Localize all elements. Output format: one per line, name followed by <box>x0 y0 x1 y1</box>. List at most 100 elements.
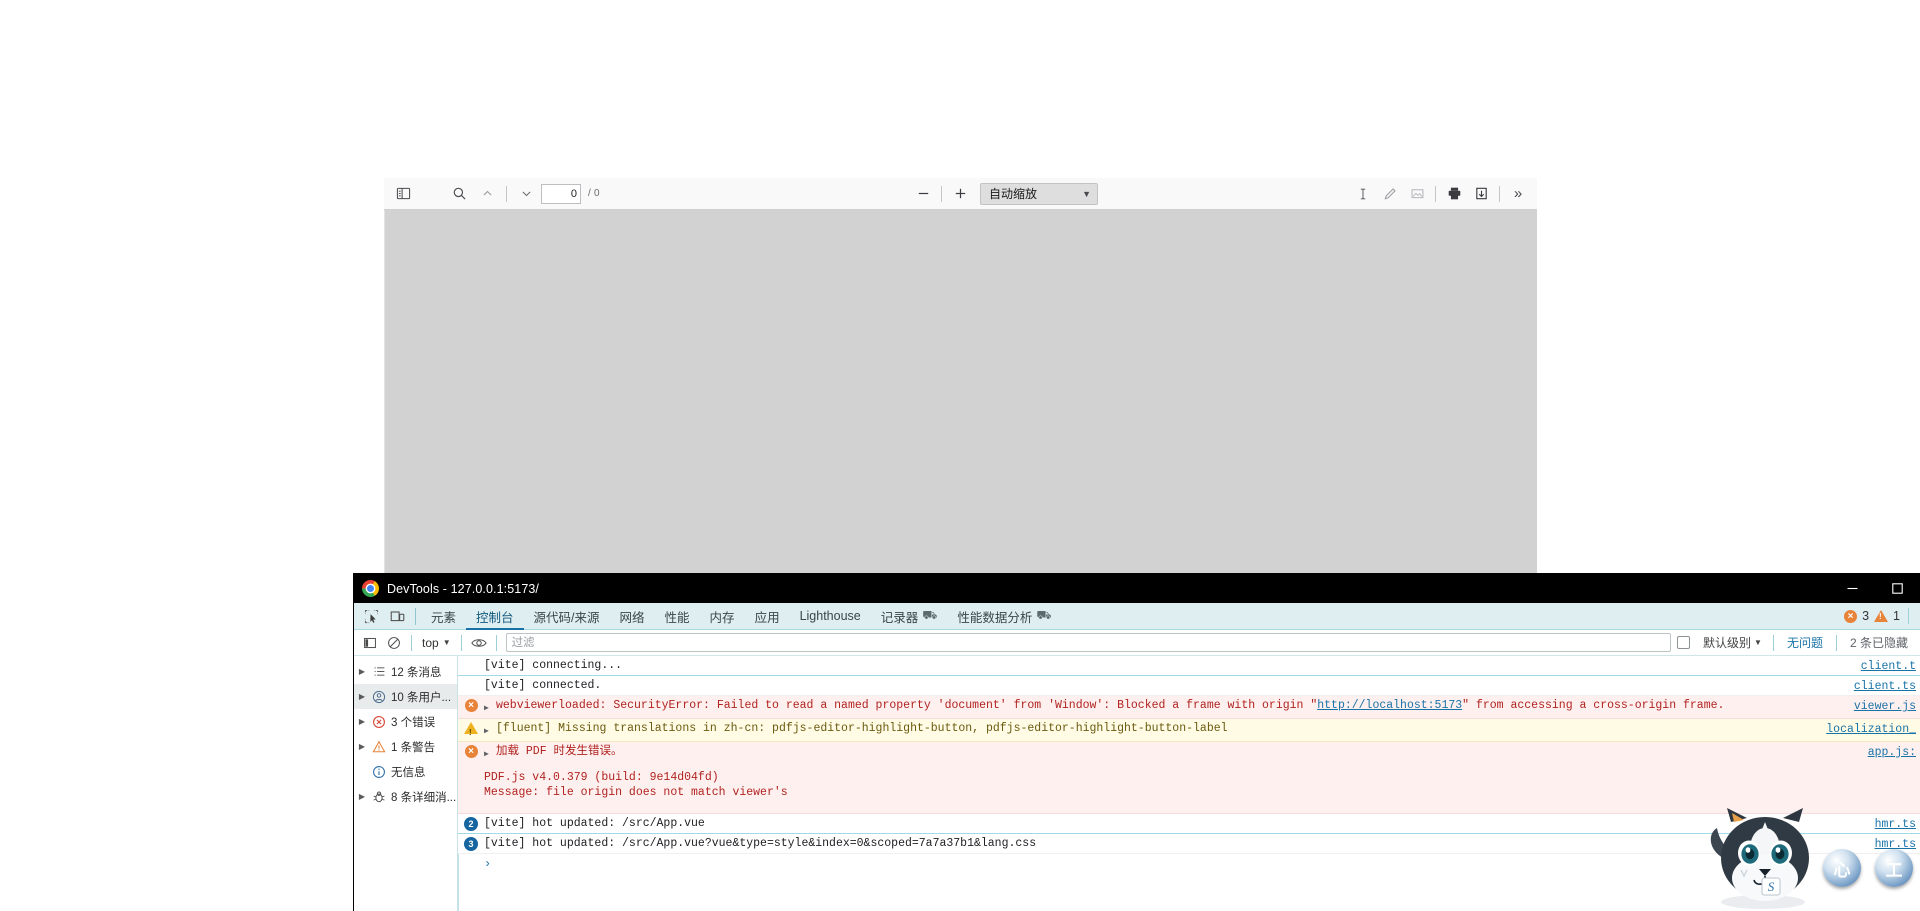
error-count-icon[interactable]: × <box>1844 609 1858 623</box>
inspect-element-icon[interactable] <box>358 604 384 628</box>
minimize-button[interactable] <box>1830 574 1875 603</box>
chevron-right-icon[interactable]: ▶ <box>357 742 367 751</box>
log-message: [vite] connecting... <box>484 659 623 672</box>
filter-checkbox[interactable] <box>1677 636 1691 649</box>
expand-arrow-icon[interactable]: ▶ <box>484 721 496 739</box>
expand-arrow-icon[interactable]: ▶ <box>484 744 496 762</box>
sidebar-item-info[interactable]: 无信息 <box>354 759 457 784</box>
page-total-label: / 0 <box>588 188 600 199</box>
chevron-right-icon[interactable]: ▶ <box>357 717 367 726</box>
origin-link[interactable]: http://localhost:5173 <box>1317 699 1462 712</box>
tab-application[interactable]: 应用 <box>745 603 790 630</box>
sidebar-item-user-messages[interactable]: ▶ 10 条用户... <box>354 684 457 709</box>
log-row[interactable]: × ▶ webviewerloaded: SecurityError: Fail… <box>458 696 1920 719</box>
log-row[interactable]: ▶ [fluent] Missing translations in zh-cn… <box>458 719 1920 742</box>
clear-console-icon[interactable] <box>382 632 406 654</box>
more-divider <box>1499 185 1500 202</box>
hidden-messages-label[interactable]: 2 条已隐藏 <box>1842 634 1916 651</box>
tab-sources[interactable]: 源代码/来源 <box>524 603 610 630</box>
tab-memory[interactable]: 内存 <box>700 603 745 630</box>
pdf-document-area[interactable] <box>384 210 1537 574</box>
toolbar-divider <box>506 185 507 202</box>
log-source-link[interactable]: hmr.ts <box>1875 837 1916 852</box>
chevron-right-icon[interactable]: ▶ <box>357 792 367 801</box>
maximize-button[interactable] <box>1875 574 1920 603</box>
log-source-link[interactable]: localization_ <box>1826 722 1916 737</box>
sidebar-toggle-icon[interactable] <box>390 182 416 206</box>
live-expression-eye-icon[interactable] <box>467 632 491 654</box>
execution-context-select[interactable]: top ▼ <box>417 633 456 653</box>
log-source-link[interactable]: client.ts <box>1854 679 1916 694</box>
next-page-icon[interactable] <box>513 182 539 206</box>
chevron-right-icon[interactable]: ▶ <box>357 692 367 701</box>
sidebar-item-label: 12 条消息 <box>391 666 442 679</box>
log-source-link[interactable]: app.js: <box>1868 745 1916 760</box>
chevron-right-icon[interactable]: ▶ <box>357 667 367 676</box>
log-source-link[interactable]: hmr.ts <box>1875 817 1916 832</box>
print-tool-icon[interactable] <box>1441 182 1467 206</box>
log-message: PDF.js v4.0.379 (build: 9e14d04fd) Messa… <box>484 771 788 799</box>
flask-icon: ⛟ <box>1036 608 1052 622</box>
sidebar-item-warnings[interactable]: ▶ 1 条警告 <box>354 734 457 759</box>
filterbar-divider-3 <box>495 634 497 651</box>
log-row[interactable]: PDF.js v4.0.379 (build: 9e14d04fd) Messa… <box>458 764 1920 814</box>
tab-elements[interactable]: 元素 <box>421 603 466 630</box>
tab-lighthouse[interactable]: Lighthouse <box>790 603 871 630</box>
zoom-level-select[interactable]: 自动缩放 ▼ <box>980 182 1098 205</box>
tab-performance[interactable]: 性能 <box>655 603 700 630</box>
zoom-level-label: 自动缩放 <box>989 187 1038 201</box>
filterbar-divider-4 <box>1772 634 1774 651</box>
log-icon-slot <box>458 678 484 679</box>
log-source-link[interactable]: client.t <box>1861 659 1916 674</box>
image-tool-icon[interactable] <box>1404 182 1430 206</box>
sidebar-item-messages[interactable]: ▶ 12 条消息 <box>354 659 457 684</box>
user-icon <box>371 690 387 704</box>
console-filter-input[interactable] <box>505 633 1672 652</box>
tab-console[interactable]: 控制台 <box>466 603 524 630</box>
sidebar-item-verbose[interactable]: ▶ 8 条详细消... <box>354 784 457 809</box>
log-icon-slot: × <box>458 698 484 712</box>
search-icon[interactable] <box>446 182 472 206</box>
log-row[interactable]: 3 [vite] hot updated: /src/App.vue?vue&t… <box>458 834 1920 854</box>
console-sidebar-toggle-icon[interactable] <box>358 632 382 654</box>
log-level-label: 默认级别 <box>1703 636 1752 650</box>
device-toolbar-icon[interactable] <box>384 604 410 628</box>
log-row[interactable]: × ▶ 加载 PDF 时发生错误。 app.js: <box>458 742 1920 764</box>
log-icon-slot: 3 <box>458 836 484 851</box>
pdf-viewer-window: / 0 自动缩放 ▼ <box>384 178 1537 574</box>
tab-label: 记录器 <box>880 610 919 625</box>
log-source-link[interactable]: viewer.js <box>1854 699 1916 714</box>
log-row[interactable]: 2 [vite] hot updated: /src/App.vue hmr.t… <box>458 814 1920 834</box>
repeat-count-badge: 3 <box>464 837 478 851</box>
tab-recorder[interactable]: 记录器 ⛟ <box>871 603 948 630</box>
tab-label: 源代码/来源 <box>533 610 600 625</box>
zoom-in-icon[interactable] <box>947 182 973 206</box>
console-log-list[interactable]: [vite] connecting... client.t [vite] con… <box>458 656 1920 911</box>
filterbar-divider-2 <box>460 634 462 651</box>
tab-network[interactable]: 网络 <box>610 603 655 630</box>
console-prompt[interactable]: › <box>458 854 1920 874</box>
more-tools-icon[interactable]: » <box>1505 182 1531 206</box>
sidebar-item-errors[interactable]: ▶ 3 个错误 <box>354 709 457 734</box>
window-controls <box>1830 574 1920 603</box>
tab-label: 网络 <box>619 610 645 625</box>
warning-count-icon[interactable] <box>1874 610 1889 622</box>
filterbar-divider-5 <box>1835 634 1837 651</box>
log-level-select[interactable]: 默认级别 ▼ <box>1697 634 1768 651</box>
text-select-tool-icon[interactable] <box>1350 182 1376 206</box>
devtools-titlebar[interactable]: DevTools - 127.0.0.1:5173/ <box>354 574 1920 603</box>
zoom-out-icon[interactable] <box>910 182 936 206</box>
log-row[interactable]: [vite] connected. client.ts <box>458 676 1920 696</box>
save-tool-icon[interactable] <box>1468 182 1494 206</box>
tab-performance-insights[interactable]: 性能数据分析 ⛟ <box>947 603 1061 630</box>
page-number-input[interactable] <box>541 183 581 204</box>
issues-link[interactable]: 无问题 <box>1779 634 1831 651</box>
previous-page-icon[interactable] <box>474 182 500 206</box>
chrome-icon <box>362 580 379 597</box>
log-row[interactable]: [vite] connecting... client.t <box>458 656 1920 676</box>
expand-arrow-icon[interactable]: ▶ <box>484 698 496 716</box>
draw-tool-icon[interactable] <box>1377 182 1403 206</box>
sidebar-item-label: 10 条用户... <box>391 691 452 704</box>
log-message: [fluent] Missing translations in zh-cn: … <box>496 722 1228 735</box>
pdf-toolbar-left: / 0 <box>384 182 600 206</box>
